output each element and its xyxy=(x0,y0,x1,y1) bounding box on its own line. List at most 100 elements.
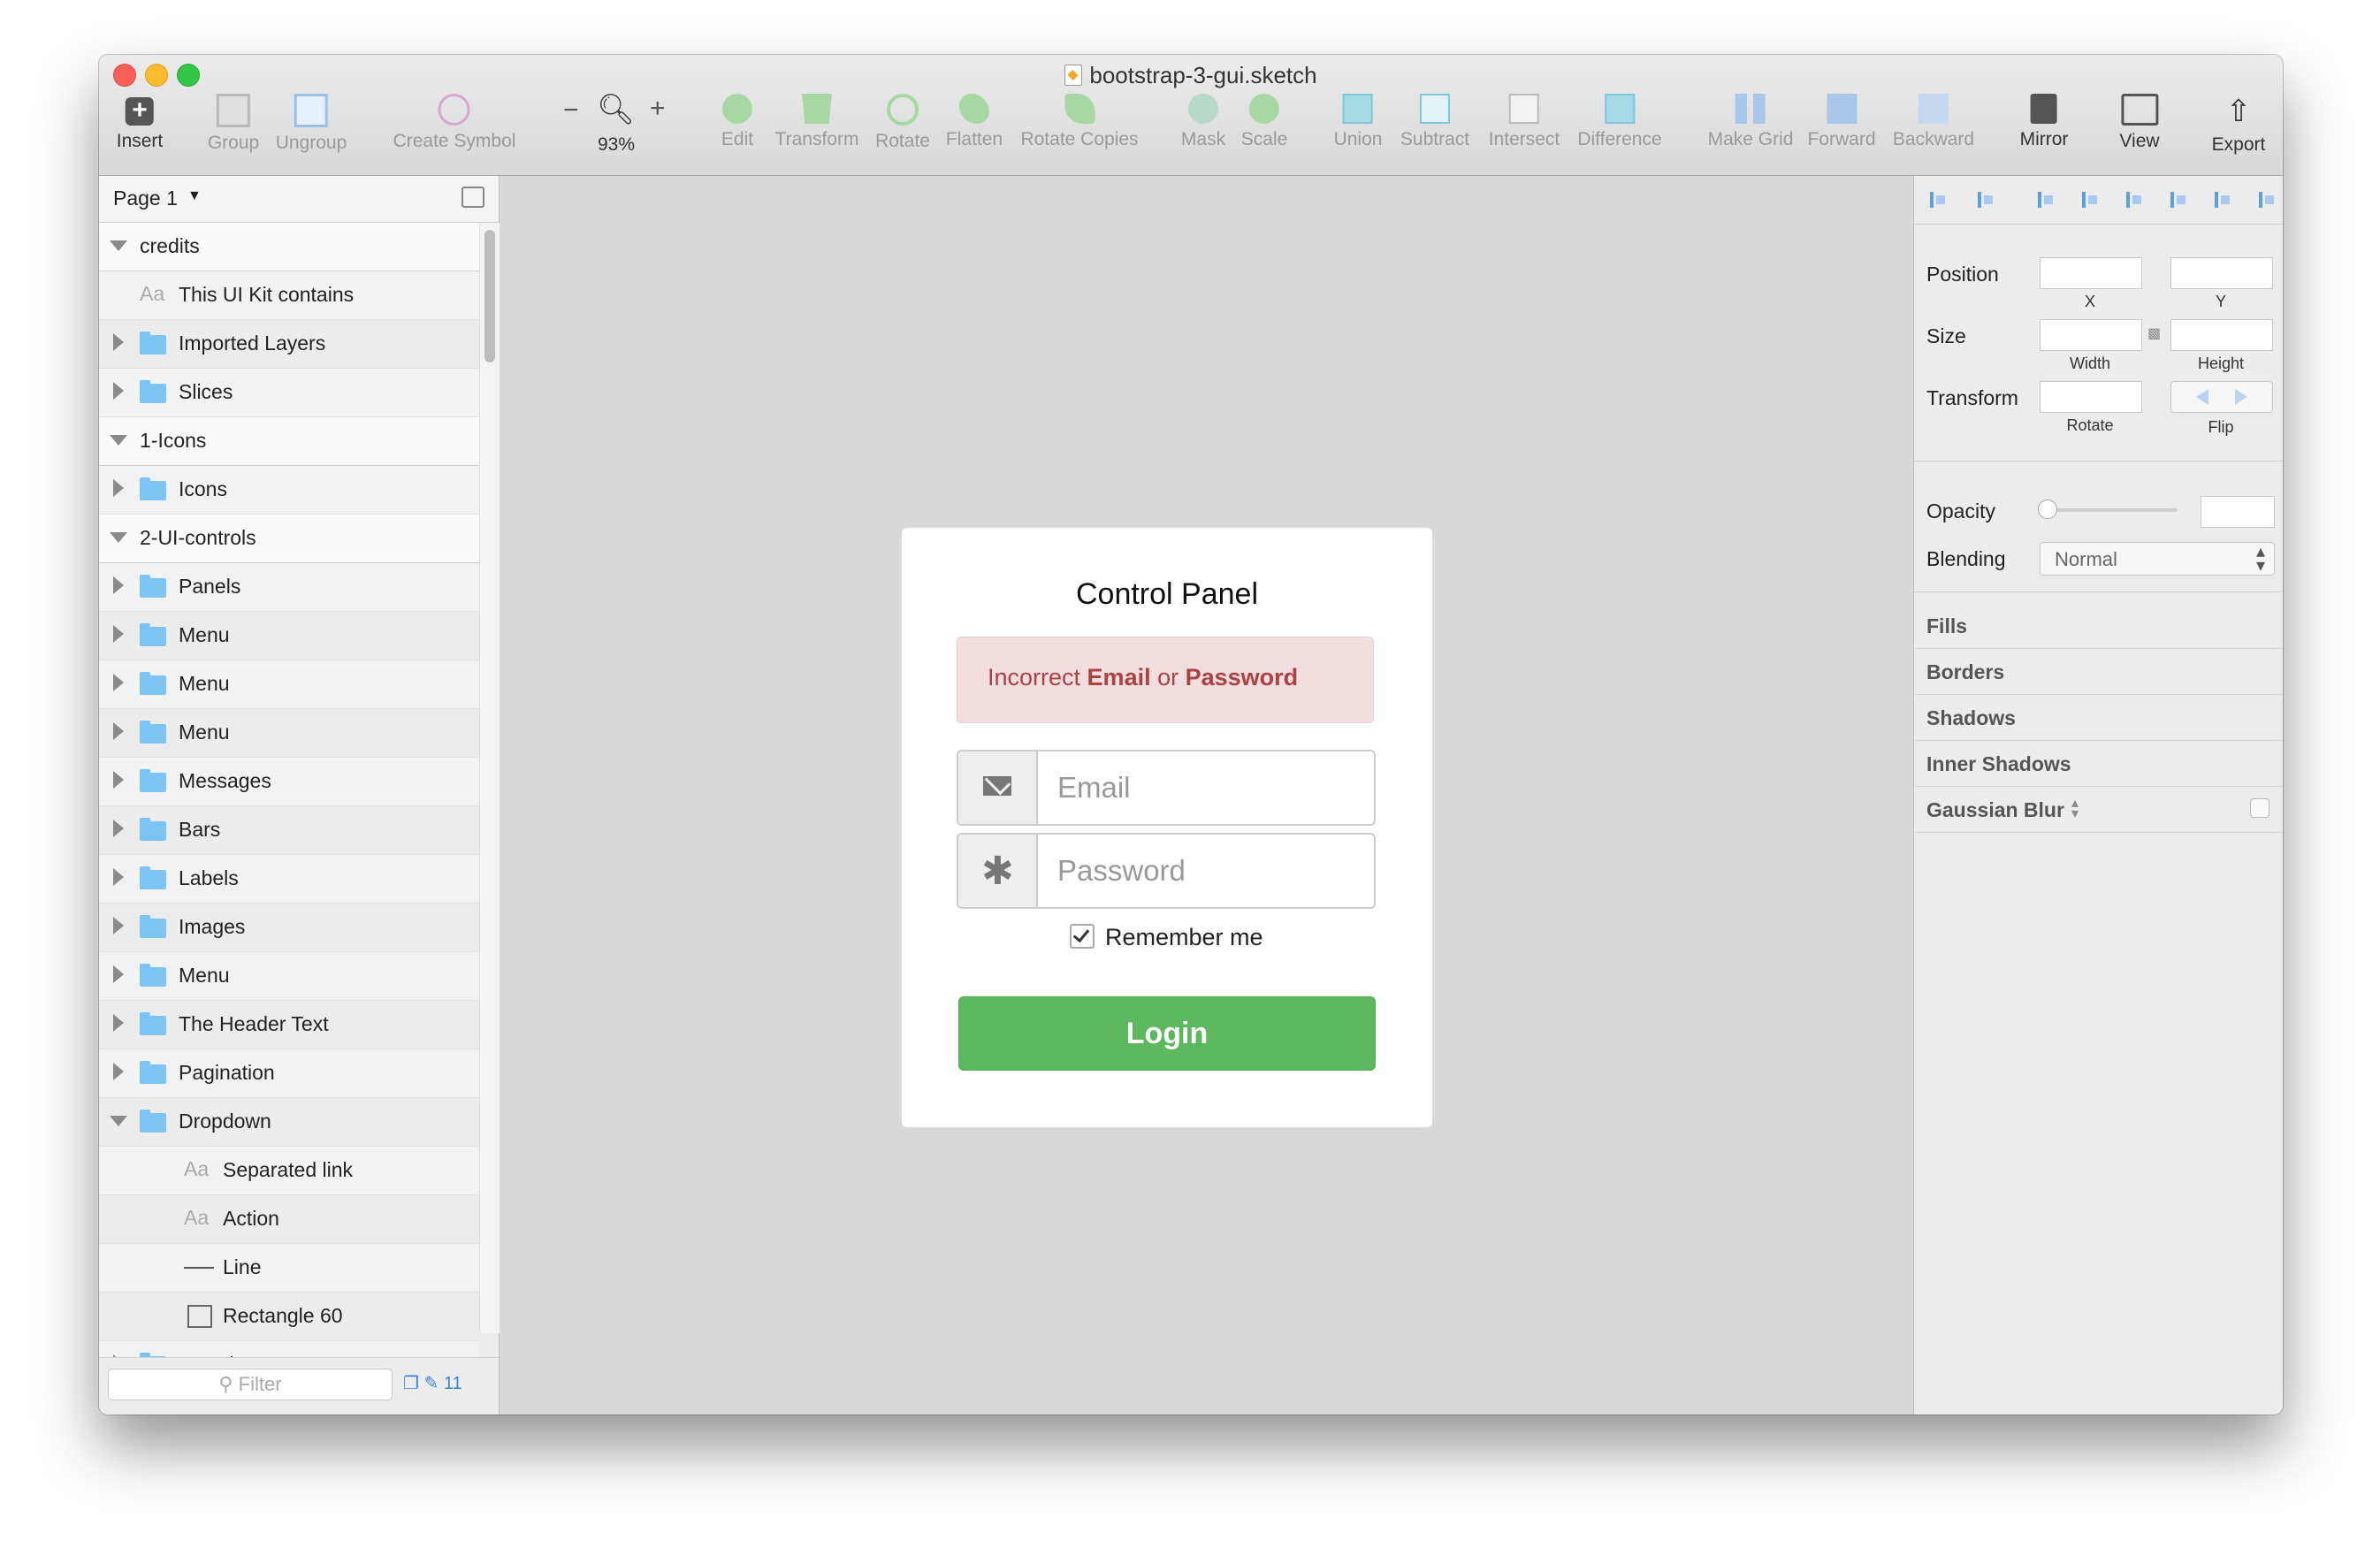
disclosure-triangle-icon[interactable] xyxy=(113,382,124,400)
make-grid-button[interactable]: Make Grid xyxy=(1708,94,1793,150)
layer-list-scrollbar[interactable] xyxy=(479,223,500,1333)
remember-checkbox[interactable] xyxy=(1070,924,1095,949)
disclosure-triangle-icon[interactable] xyxy=(113,917,124,934)
layer-row[interactable]: Imported Layers xyxy=(99,320,479,369)
insert-button[interactable]: + Insert xyxy=(117,94,164,152)
rotate-copies-button[interactable]: Rotate Copies xyxy=(1020,94,1139,150)
chevron-updown-icon[interactable]: ▴ ▾ xyxy=(2071,797,2079,821)
edit-button[interactable]: Edit xyxy=(721,94,753,150)
remember-me[interactable]: Remember me xyxy=(1070,924,1263,951)
width-input[interactable] xyxy=(2040,319,2142,351)
opacity-slider[interactable] xyxy=(2045,508,2178,512)
disclosure-triangle-icon[interactable] xyxy=(113,576,124,594)
align-top-icon[interactable] xyxy=(2169,188,2186,211)
layer-row[interactable]: Menu xyxy=(99,952,479,1001)
email-field[interactable]: Email xyxy=(957,750,1376,826)
rotate-button[interactable]: Rotate xyxy=(875,94,930,152)
disclosure-triangle-icon[interactable] xyxy=(110,1116,127,1126)
distribute-horizontal-icon[interactable] xyxy=(1928,188,1946,211)
gaussian-blur-section[interactable]: Gaussian Blur ▴ ▾ xyxy=(1914,786,2283,833)
fills-section[interactable]: Fills xyxy=(1914,602,2283,649)
flatten-button[interactable]: Flatten xyxy=(946,94,1003,150)
backward-button[interactable]: Backward xyxy=(1893,94,1974,150)
disclosure-triangle-icon[interactable] xyxy=(113,868,124,886)
layer-row[interactable]: Labels xyxy=(99,855,479,904)
canvas[interactable]: Control Panel Incorrect Email or Passwor… xyxy=(500,176,1912,1415)
height-input[interactable] xyxy=(2170,319,2273,351)
create-symbol-button[interactable]: Create Symbol xyxy=(393,94,515,152)
layer-row[interactable]: credits xyxy=(99,223,479,271)
layer-row[interactable]: Panels xyxy=(99,563,479,612)
flip-horizontal-icon[interactable] xyxy=(2196,389,2208,405)
disclosure-triangle-icon[interactable] xyxy=(113,1063,124,1080)
layer-row[interactable]: 2-UI-controls xyxy=(99,515,479,563)
transform-button[interactable]: Transform xyxy=(775,94,858,150)
disclosure-triangle-icon[interactable] xyxy=(113,820,124,837)
layer-row[interactable]: Aa Separated link xyxy=(99,1147,479,1195)
disclosure-triangle-icon[interactable] xyxy=(113,722,124,740)
toggle-pages-icon[interactable] xyxy=(462,187,484,208)
disclosure-triangle-icon[interactable] xyxy=(113,1014,124,1032)
layer-row[interactable]: Menu xyxy=(99,709,479,758)
opacity-input[interactable] xyxy=(2201,496,2275,528)
disclosure-triangle-icon[interactable] xyxy=(110,240,127,251)
blur-enable-checkbox[interactable] xyxy=(2250,798,2269,818)
layer-row[interactable]: The Header Text xyxy=(99,1001,479,1049)
align-center-icon[interactable] xyxy=(2080,188,2098,211)
layer-row[interactable]: Menu xyxy=(99,660,479,709)
filter-input[interactable]: ⚲ Filter xyxy=(108,1369,393,1400)
align-bottom-icon[interactable] xyxy=(2257,188,2275,211)
position-y-input[interactable] xyxy=(2170,257,2273,289)
layer-row[interactable]: Rectangle 60 xyxy=(99,1293,479,1341)
layer-row[interactable]: Line xyxy=(99,1244,479,1293)
flip-control[interactable] xyxy=(2170,381,2273,413)
union-button[interactable]: Union xyxy=(1334,94,1382,150)
zoom-out-button[interactable]: − xyxy=(563,95,579,126)
filter-options[interactable]: ❐ ✎ 11 xyxy=(403,1372,462,1394)
layer-row[interactable]: Aa This UI Kit contains xyxy=(99,271,479,320)
disclosure-triangle-icon[interactable] xyxy=(110,532,127,543)
layer-row[interactable]: 1-Icons xyxy=(99,417,479,466)
login-button[interactable]: Login xyxy=(958,996,1376,1071)
disclosure-triangle-icon[interactable] xyxy=(110,435,127,446)
difference-button[interactable]: Difference xyxy=(1577,94,1662,150)
position-x-input[interactable] xyxy=(2040,257,2142,289)
zoom-in-button[interactable]: + xyxy=(650,94,666,124)
disclosure-triangle-icon[interactable] xyxy=(113,965,124,983)
align-right-icon[interactable] xyxy=(2124,188,2142,211)
scale-button[interactable]: Scale xyxy=(1241,94,1287,150)
lock-icon[interactable]: ▩ xyxy=(2147,324,2161,342)
layer-row[interactable]: Dropdown xyxy=(99,1098,479,1147)
borders-section[interactable]: Borders xyxy=(1914,648,2283,695)
rotate-input[interactable] xyxy=(2040,381,2142,413)
layer-row[interactable]: Slices xyxy=(99,369,479,417)
layer-row[interactable]: Menu xyxy=(99,612,479,660)
flip-vertical-icon[interactable] xyxy=(2235,389,2247,405)
mask-button[interactable]: Mask xyxy=(1181,94,1225,150)
layer-row[interactable]: Icons xyxy=(99,466,479,515)
intersect-button[interactable]: Intersect xyxy=(1489,94,1560,150)
layer-row[interactable]: Images xyxy=(99,904,479,952)
group-button[interactable]: Group xyxy=(208,94,259,154)
view-button[interactable]: View xyxy=(2119,94,2160,152)
opacity-slider-knob[interactable] xyxy=(2038,500,2057,519)
disclosure-triangle-icon[interactable] xyxy=(113,771,124,789)
export-button[interactable]: ⇧ Export xyxy=(2212,94,2266,156)
disclosure-triangle-icon[interactable] xyxy=(113,479,124,497)
layer-row[interactable]: Bars xyxy=(99,806,479,855)
disclosure-triangle-icon[interactable] xyxy=(113,674,124,691)
align-middle-icon[interactable] xyxy=(2213,188,2231,211)
layer-row[interactable]: Pagination xyxy=(99,1049,479,1098)
distribute-vertical-icon[interactable] xyxy=(1976,188,1994,211)
inner-shadows-section[interactable]: Inner Shadows xyxy=(1914,740,2283,787)
mirror-button[interactable]: Mirror xyxy=(2020,94,2068,150)
shadows-section[interactable]: Shadows xyxy=(1914,694,2283,741)
disclosure-triangle-icon[interactable] xyxy=(113,333,124,351)
subtract-button[interactable]: Subtract xyxy=(1400,94,1469,150)
align-left-icon[interactable] xyxy=(2036,188,2054,211)
ungroup-button[interactable]: Ungroup xyxy=(276,94,347,154)
layer-row[interactable]: Aa Action xyxy=(99,1195,479,1244)
blending-select[interactable]: Normal ▴ ▾ xyxy=(2040,542,2275,576)
password-field[interactable]: ✱ Password xyxy=(957,833,1376,909)
page-selector[interactable]: Page 1 ▼ xyxy=(99,176,499,223)
